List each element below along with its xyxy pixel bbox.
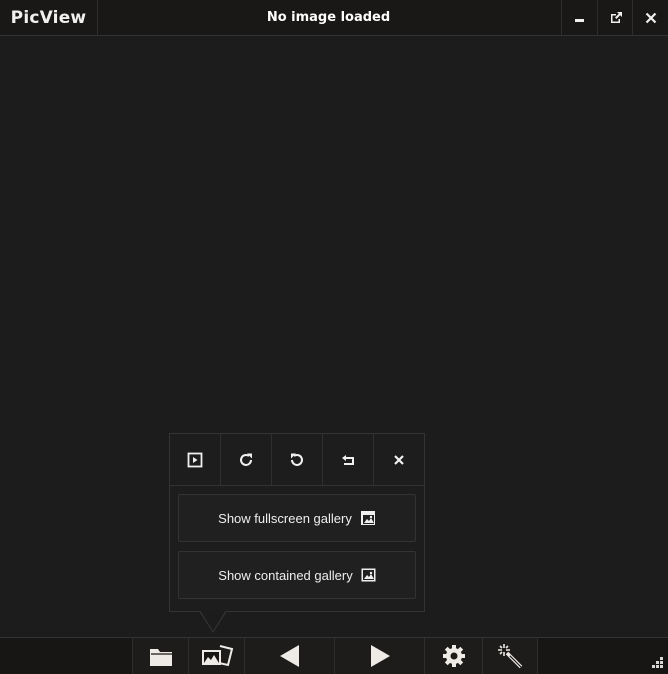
previous-arrow-icon bbox=[280, 645, 299, 667]
rotate-left-icon bbox=[291, 453, 303, 466]
settings-button[interactable] bbox=[424, 638, 483, 674]
magic-wand-icon bbox=[498, 644, 523, 669]
external-window-icon bbox=[610, 11, 622, 23]
close-icon bbox=[645, 12, 656, 23]
next-arrow-icon bbox=[371, 645, 390, 667]
close-popup-button[interactable] bbox=[374, 434, 424, 485]
title-bar: PicView No image loaded bbox=[0, 0, 668, 36]
slideshow-icon bbox=[187, 452, 203, 467]
folder-icon bbox=[150, 649, 172, 666]
previous-image-button[interactable] bbox=[244, 638, 335, 674]
rotate-right-icon bbox=[240, 453, 252, 466]
gear-icon bbox=[443, 645, 465, 667]
flip-icon bbox=[342, 454, 354, 465]
fullscreen-button[interactable] bbox=[597, 0, 633, 35]
minimize-button[interactable] bbox=[561, 0, 597, 35]
rotate-right-button[interactable] bbox=[221, 434, 272, 485]
window-title: No image loaded bbox=[266, 10, 391, 25]
app-logo: PicView bbox=[0, 0, 98, 35]
image-menu-popup: Show fullscreen gallery Show contained g… bbox=[169, 433, 425, 612]
effects-button[interactable] bbox=[482, 638, 538, 674]
show-contained-gallery-button[interactable]: Show contained gallery bbox=[178, 551, 416, 599]
show-fullscreen-gallery-button[interactable]: Show fullscreen gallery bbox=[178, 494, 416, 542]
flip-button[interactable] bbox=[323, 434, 374, 485]
close-icon bbox=[394, 454, 404, 465]
popup-toolbar bbox=[170, 434, 424, 486]
fullscreen-gallery-icon bbox=[360, 511, 375, 525]
open-file-button[interactable] bbox=[132, 638, 189, 674]
bottom-toolbar bbox=[0, 637, 668, 674]
image-menu-button[interactable] bbox=[188, 638, 245, 674]
contained-gallery-icon bbox=[361, 568, 376, 582]
close-button[interactable] bbox=[632, 0, 668, 35]
show-fullscreen-gallery-label: Show fullscreen gallery bbox=[218, 510, 352, 526]
minimize-icon bbox=[574, 18, 584, 22]
next-image-button[interactable] bbox=[334, 638, 425, 674]
slideshow-button[interactable] bbox=[170, 434, 221, 485]
show-contained-gallery-label: Show contained gallery bbox=[218, 567, 353, 583]
resize-grip-icon[interactable] bbox=[650, 656, 664, 670]
gallery-icon bbox=[202, 645, 234, 667]
rotate-left-button[interactable] bbox=[272, 434, 323, 485]
